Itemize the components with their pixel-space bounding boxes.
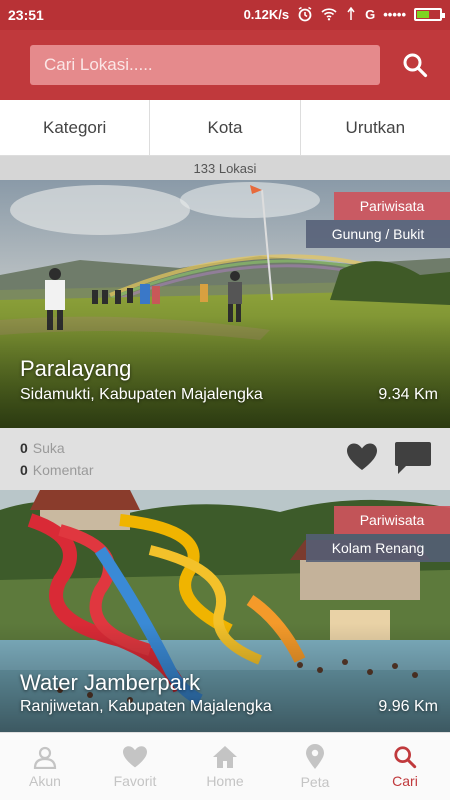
location-distance: 9.96 Km bbox=[378, 698, 438, 715]
nav-favorit-label: Favorit bbox=[113, 772, 157, 789]
comment-button[interactable] bbox=[394, 440, 432, 481]
filter-kota[interactable]: Kota bbox=[150, 100, 301, 155]
location-address: Sidamukti, Kabupaten Majalengka bbox=[20, 386, 263, 403]
likes-label: Suka bbox=[32, 440, 65, 456]
status-bar: 23:51 0.12K/s G ••••• bbox=[0, 0, 450, 30]
nav-cari[interactable]: Cari bbox=[360, 733, 450, 800]
nav-cari-label: Cari bbox=[392, 772, 418, 789]
category-tag: Pariwisata bbox=[334, 192, 450, 220]
search-icon bbox=[403, 53, 428, 78]
location-card[interactable]: Pariwisata Kolam Renang Water Jamberpark… bbox=[0, 490, 450, 732]
wifi-icon bbox=[321, 8, 337, 21]
carrier-label: G bbox=[365, 6, 376, 22]
location-address: Ranjiwetan, Kabupaten Majalengka bbox=[20, 698, 272, 715]
home-icon bbox=[213, 745, 237, 768]
nav-home[interactable]: Home bbox=[180, 733, 270, 800]
location-card[interactable]: Pariwisata Gunung / Bukit Paralayang Sid… bbox=[0, 180, 450, 490]
filter-tabs: Kategori Kota Urutkan bbox=[0, 100, 450, 156]
location-distance: 9.34 Km bbox=[378, 386, 438, 403]
search-button[interactable] bbox=[398, 48, 432, 82]
map-pin-icon bbox=[306, 743, 324, 769]
nav-peta[interactable]: Peta bbox=[270, 733, 360, 800]
signal-icon bbox=[347, 7, 355, 20]
status-indicators: 0.12K/s G ••••• bbox=[243, 6, 445, 22]
category-tag: Pariwisata bbox=[334, 506, 450, 534]
network-speed: 0.12K/s bbox=[243, 6, 290, 22]
nav-akun-label: Akun bbox=[29, 772, 61, 789]
likes-count: 0 Suka bbox=[20, 440, 65, 456]
comment-icon bbox=[395, 442, 431, 474]
comments-count: 0 Komentar bbox=[20, 462, 94, 478]
heart-icon bbox=[123, 745, 147, 767]
nav-home-label: Home bbox=[206, 772, 244, 789]
comments-value: 0 bbox=[20, 462, 28, 478]
subcategory-tag: Gunung / Bukit bbox=[306, 220, 450, 248]
status-time: 23:51 bbox=[8, 7, 44, 23]
search-icon bbox=[394, 745, 417, 768]
battery-icon bbox=[414, 7, 445, 21]
like-button[interactable] bbox=[346, 442, 378, 477]
nav-akun[interactable]: Akun bbox=[0, 733, 90, 800]
bottom-navigation: Akun Favorit Home Peta Cari bbox=[0, 732, 450, 800]
app-header bbox=[0, 30, 450, 100]
heart-icon bbox=[347, 443, 377, 470]
location-count-label: 133 Lokasi bbox=[193, 160, 257, 176]
location-count: 133 Lokasi bbox=[0, 156, 450, 180]
signal-dots: ••••• bbox=[383, 6, 406, 22]
location-name: Paralayang bbox=[20, 356, 132, 381]
subcategory-tag: Kolam Renang bbox=[306, 534, 450, 562]
person-icon bbox=[33, 746, 57, 769]
nav-peta-label: Peta bbox=[300, 773, 330, 790]
battery-fill bbox=[417, 10, 430, 18]
filter-kategori[interactable]: Kategori bbox=[0, 100, 151, 155]
filter-urutkan[interactable]: Urutkan bbox=[301, 100, 450, 155]
likes-value: 0 bbox=[20, 440, 28, 456]
alarm-icon bbox=[298, 6, 312, 22]
comments-label: Komentar bbox=[32, 462, 94, 478]
location-name: Water Jamberpark bbox=[20, 670, 201, 695]
search-input[interactable] bbox=[30, 45, 380, 85]
card-info-bar: 0 Suka 0 Komentar bbox=[0, 428, 450, 490]
nav-favorit[interactable]: Favorit bbox=[90, 733, 180, 800]
